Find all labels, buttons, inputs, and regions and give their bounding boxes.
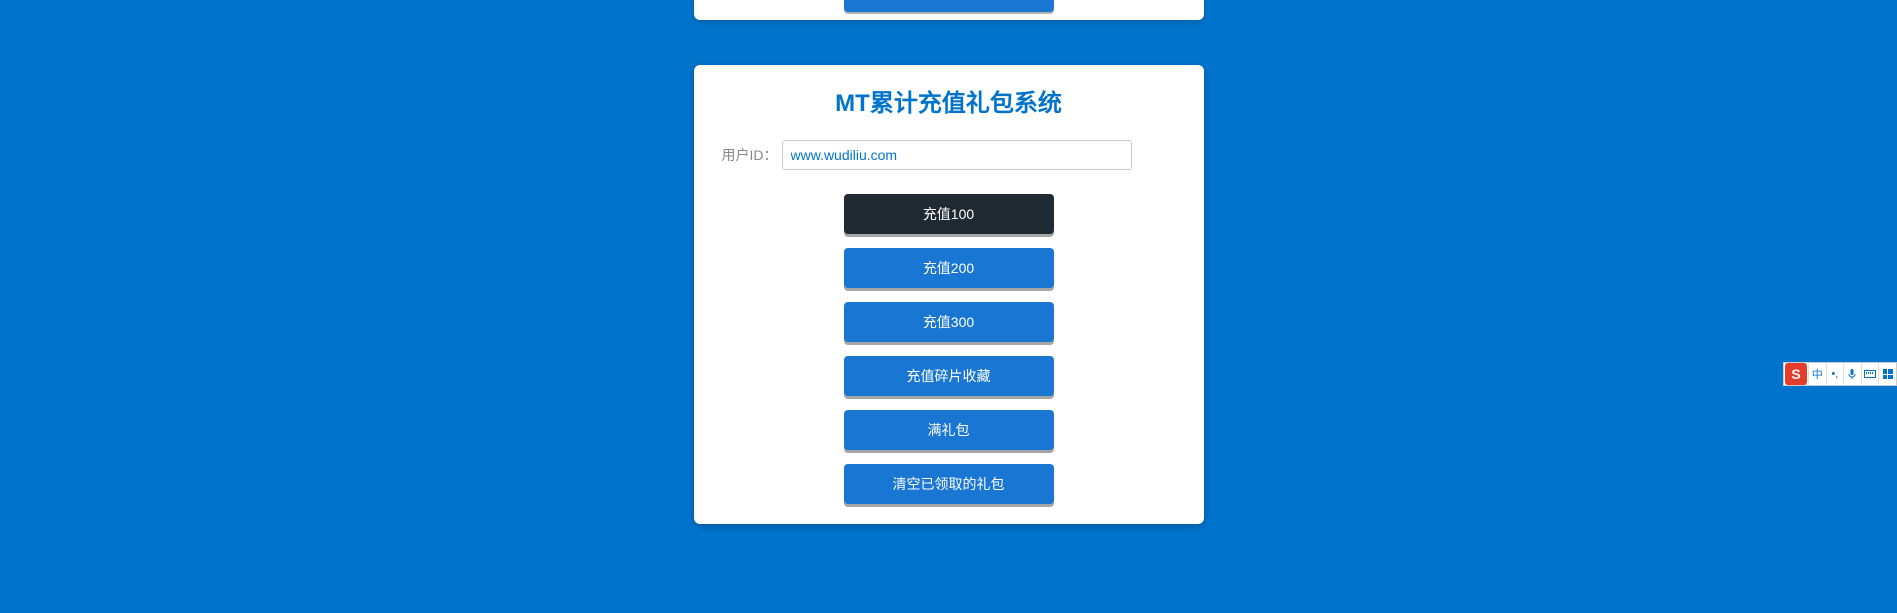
button-list: 充值100 充值200 充值300 充值碎片收藏 满礼包 清空已领取的礼包 xyxy=(714,194,1184,504)
ime-toolbar[interactable]: S 中 •, xyxy=(1783,362,1897,386)
previous-card-peek xyxy=(694,0,1204,20)
recharge-gift-card: MT累计充值礼包系统 用户ID： 充值100 充值200 充值300 充值碎片收… xyxy=(694,65,1204,524)
card-title: MT累计充值礼包系统 xyxy=(714,83,1184,118)
user-id-label: 用户ID： xyxy=(722,145,778,165)
full-gift-button[interactable]: 满礼包 xyxy=(844,410,1054,450)
recharge-200-button[interactable]: 充值200 xyxy=(844,248,1054,288)
recharge-100-button[interactable]: 充值100 xyxy=(844,194,1054,234)
recharge-300-button[interactable]: 充值300 xyxy=(844,302,1054,342)
ime-keyboard-icon[interactable] xyxy=(1861,363,1879,385)
ime-mic-icon[interactable] xyxy=(1843,363,1861,385)
ime-grid-icon[interactable] xyxy=(1878,363,1896,385)
ime-lang-toggle[interactable]: 中 xyxy=(1808,363,1826,385)
user-id-row: 用户ID： xyxy=(714,140,1184,170)
user-id-input[interactable] xyxy=(782,140,1132,170)
ime-punct-toggle[interactable]: •, xyxy=(1826,363,1844,385)
ime-logo-icon[interactable]: S xyxy=(1785,363,1807,385)
clear-claimed-button[interactable]: 清空已领取的礼包 xyxy=(844,464,1054,504)
fragment-collect-button[interactable]: 充值碎片收藏 xyxy=(844,356,1054,396)
